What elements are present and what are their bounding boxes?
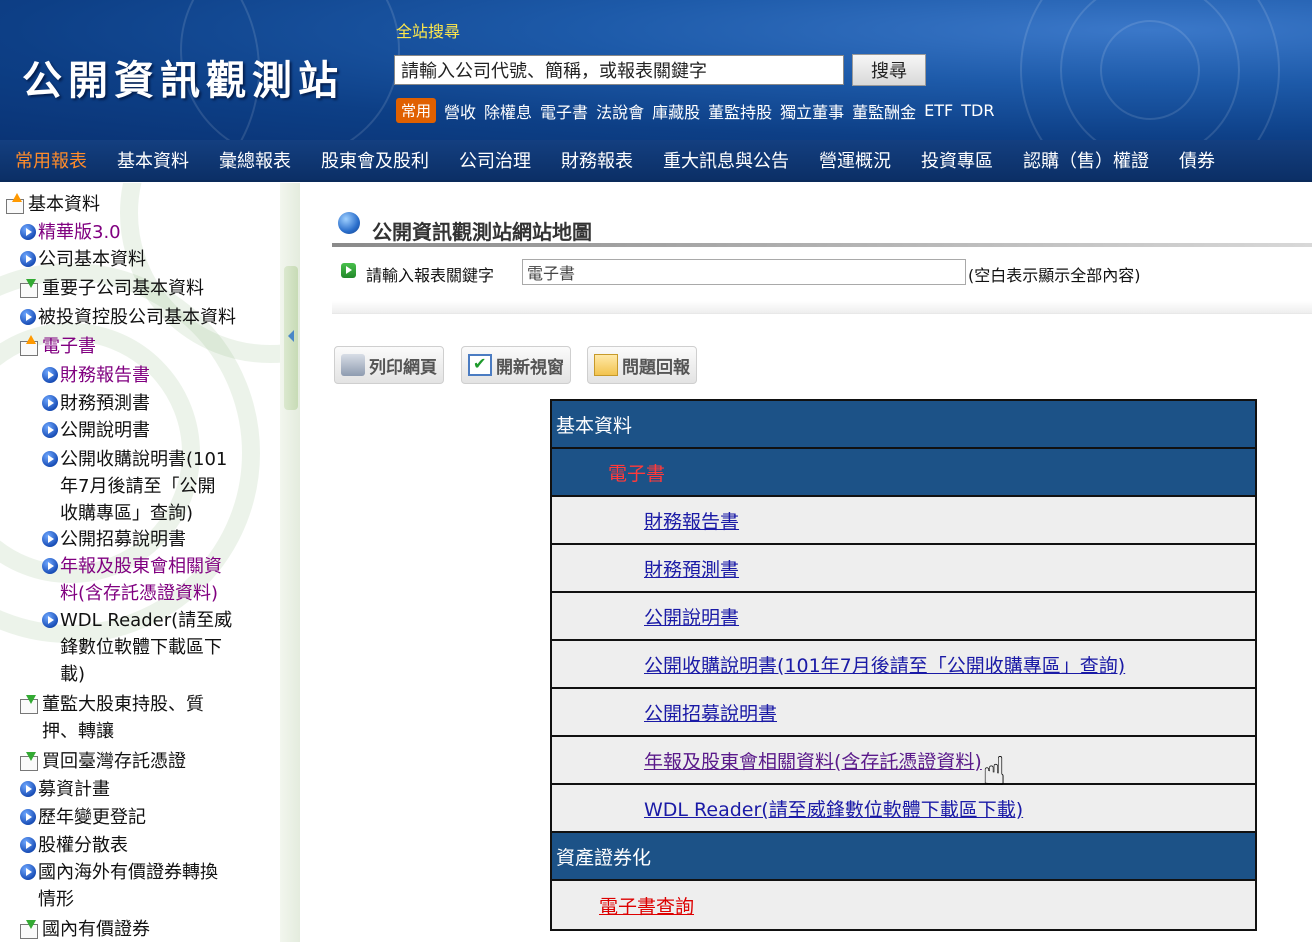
sitemap-section-securitization: 資產證券化 — [552, 833, 1255, 881]
folder-closed-icon — [20, 750, 40, 771]
folder-closed-icon — [20, 277, 40, 298]
sidebar: 基本資料 精華版3.0 公司基本資料 重要子公司基本資料 被投資控股公司基本資料… — [0, 183, 300, 942]
quick-link[interactable]: ETF — [924, 101, 953, 120]
quick-link[interactable]: 獨立董事 — [780, 99, 844, 123]
nav-item-summary-reports[interactable]: 彙總報表 — [204, 147, 306, 173]
bullet-arrow-icon — [20, 837, 36, 853]
sidebar-item-public-offering[interactable]: 公開招募說明書 — [42, 526, 186, 553]
printer-icon — [341, 354, 365, 376]
sidebar-item-securities-conversion[interactable]: 國內海外有價證券轉換 情形 — [20, 859, 218, 913]
nav-item-bonds[interactable]: 債券 — [1164, 147, 1230, 173]
sidebar-item-tender-offer[interactable]: 公開收購說明書(101 年7月後請至「公開 收購專區」查詢) — [42, 446, 227, 527]
folder-closed-icon — [20, 693, 40, 714]
print-button[interactable]: 列印網頁 — [334, 346, 444, 384]
sidebar-item-company-basic[interactable]: 公司基本資料 — [20, 246, 146, 273]
sidebar-item-registration-history[interactable]: 歷年變更登記 — [20, 804, 146, 831]
nav-item-announcements[interactable]: 重大訊息與公告 — [648, 147, 804, 173]
bullet-arrow-icon — [42, 422, 58, 438]
quick-link[interactable]: 營收 — [444, 99, 476, 123]
quick-link[interactable]: 庫藏股 — [652, 99, 700, 123]
nav-item-shareholders[interactable]: 股東會及股利 — [306, 147, 444, 173]
sidebar-item-shareholding-dist[interactable]: 股權分散表 — [20, 832, 128, 859]
sidebar-item-financial-report[interactable]: 財務報告書 — [42, 362, 150, 389]
quick-links: 常用 營收 除權息 電子書 法說會 庫藏股 董監持股 獨立董事 董監酬金 ETF… — [396, 98, 1002, 123]
sitemap-link-public-offering[interactable]: 公開招募說明書 — [552, 689, 1255, 737]
site-header: 公開資訊觀測站 全站搜尋 搜尋 常用 營收 除權息 電子書 法說會 庫藏股 董監… — [0, 0, 1312, 140]
bullet-arrow-icon — [20, 781, 36, 797]
sidebar-item-prospectus[interactable]: 公開說明書 — [42, 417, 150, 444]
sidebar-item-basic-info[interactable]: 基本資料 — [6, 191, 100, 218]
title-divider — [332, 243, 1312, 247]
bullet-arrow-icon — [42, 367, 58, 383]
bullet-arrow-icon — [20, 224, 36, 240]
sitemap-table: 基本資料 電子書 財務報告書 財務預測書 公開說明書 公開收購說明書(101年7… — [550, 399, 1257, 931]
bullet-arrow-icon — [42, 451, 58, 467]
sidebar-item-director-holdings[interactable]: 董監大股東持股、質 押、轉讓 — [20, 691, 204, 745]
nav-item-financial[interactable]: 財務報表 — [546, 147, 648, 173]
folder-open-icon — [6, 193, 26, 214]
quick-link[interactable]: 董監酬金 — [852, 99, 916, 123]
sitemap-link-tender-offer[interactable]: 公開收購說明書(101年7月後請至「公開收購專區」查詢) — [552, 641, 1255, 689]
nav-item-investment[interactable]: 投資專區 — [906, 147, 1008, 173]
sitemap-link-wdl-reader[interactable]: WDL Reader(請至威鋒數位軟體下載區下載) — [552, 785, 1255, 833]
keyword-label: 請輸入報表關鍵字 — [366, 266, 495, 285]
globe-icon — [338, 212, 360, 234]
nav-item-basic-info[interactable]: 基本資料 — [102, 147, 204, 173]
quick-link[interactable]: 董監持股 — [708, 99, 772, 123]
search-label: 全站搜尋 — [396, 22, 461, 41]
bullet-arrow-icon — [42, 612, 58, 628]
sidebar-item-wdl-reader[interactable]: WDL Reader(請至威 鋒數位軟體下載區下 載) — [42, 607, 232, 688]
site-search-input[interactable] — [394, 55, 844, 85]
sitemap-link-financial-report[interactable]: 財務報告書 — [552, 497, 1255, 545]
new-window-button[interactable]: 開新視窗 — [461, 346, 571, 384]
quick-link[interactable]: 除權息 — [484, 99, 532, 123]
main-nav: 常用報表 基本資料 彙總報表 股東會及股利 公司治理 財務報表 重大訊息與公告 … — [0, 140, 1312, 182]
nav-item-operations[interactable]: 營運概況 — [804, 147, 906, 173]
sidebar-item-buyback-tdr[interactable]: 買回臺灣存託憑證 — [20, 748, 186, 775]
feedback-button[interactable]: 問題回報 — [587, 346, 697, 384]
folder-open-icon — [20, 335, 40, 356]
nav-item-common-reports[interactable]: 常用報表 — [0, 147, 102, 173]
sitemap-section-basic-info: 基本資料 — [552, 401, 1255, 449]
sidebar-item-essence[interactable]: 精華版3.0 — [20, 219, 121, 246]
keyword-input[interactable] — [522, 259, 966, 285]
arrow-right-icon — [341, 263, 356, 278]
quick-link[interactable]: TDR — [961, 101, 994, 120]
folder-closed-icon — [20, 918, 40, 939]
sidebar-item-fundraising[interactable]: 募資計畫 — [20, 776, 110, 803]
sitemap-subsection-ebook: 電子書 — [552, 449, 1255, 497]
bullet-arrow-icon — [42, 531, 58, 547]
new-window-icon — [468, 354, 492, 376]
nav-item-warrants[interactable]: 認購（售）權證 — [1008, 147, 1164, 173]
sidebar-item-invested-holding[interactable]: 被投資控股公司基本資料 — [20, 304, 236, 331]
bullet-arrow-icon — [42, 395, 58, 411]
keyword-hint: (空白表示顯示全部內容) — [968, 266, 1141, 285]
quick-link[interactable]: 電子書 — [540, 99, 588, 123]
nav-item-governance[interactable]: 公司治理 — [444, 147, 546, 173]
hand-pointer-icon: ☝ — [982, 749, 1007, 795]
sitemap-link-forecast[interactable]: 財務預測書 — [552, 545, 1255, 593]
sitemap-link-annual-report[interactable]: 年報及股東會相關資料(含存託憑證資料) — [552, 737, 1255, 785]
collapse-arrow-icon — [288, 330, 294, 342]
sidebar-item-ebook[interactable]: 電子書 — [20, 333, 96, 360]
bullet-arrow-icon — [20, 864, 36, 880]
site-logo[interactable]: 公開資訊觀測站 — [22, 48, 344, 106]
bullet-arrow-icon — [20, 309, 36, 325]
envelope-icon — [594, 354, 618, 376]
page-title: 公開資訊觀測站網站地圖 — [372, 220, 592, 244]
sitemap-link-prospectus[interactable]: 公開說明書 — [552, 593, 1255, 641]
sidebar-item-domestic-securities[interactable]: 國內有價證券 — [20, 916, 150, 942]
bullet-arrow-icon — [20, 809, 36, 825]
bullet-arrow-icon — [42, 558, 58, 574]
sidebar-item-subsidiaries[interactable]: 重要子公司基本資料 — [20, 275, 204, 302]
sitemap-link-ebook-query[interactable]: 電子書查詢 — [552, 881, 1255, 929]
bullet-arrow-icon — [20, 251, 36, 267]
quick-badge: 常用 — [396, 98, 437, 123]
sidebar-item-forecast[interactable]: 財務預測書 — [42, 390, 150, 417]
quick-link[interactable]: 法說會 — [596, 99, 644, 123]
sidebar-item-annual-report[interactable]: 年報及股東會相關資 料(含存託憑證資料) — [42, 553, 222, 607]
search-button[interactable]: 搜尋 — [852, 54, 926, 86]
